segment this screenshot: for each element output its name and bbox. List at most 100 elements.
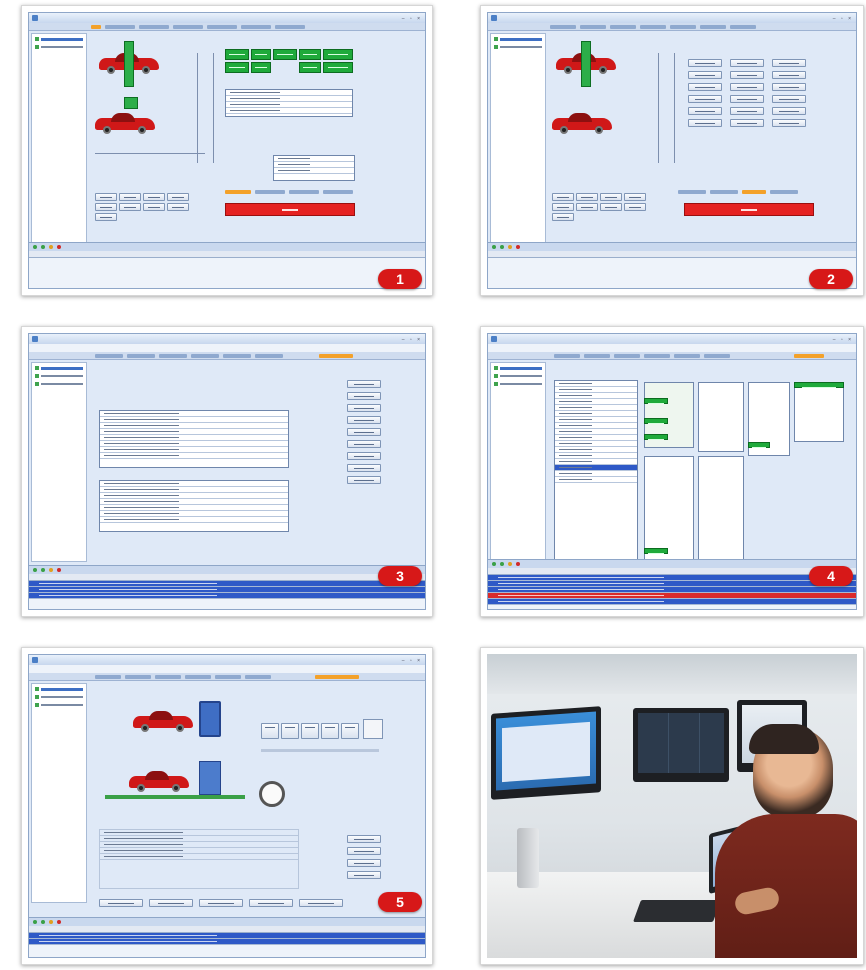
tree-item[interactable] — [35, 694, 83, 700]
tree-item[interactable] — [35, 36, 83, 42]
command-button[interactable] — [552, 203, 574, 211]
tree-item[interactable] — [35, 686, 83, 692]
subtab[interactable] — [678, 190, 706, 194]
menu-bar[interactable] — [29, 665, 425, 673]
command-button[interactable] — [341, 723, 359, 739]
options-form[interactable] — [99, 829, 299, 889]
command-button[interactable] — [730, 119, 764, 127]
command-button[interactable] — [552, 213, 574, 221]
range-slider[interactable] — [261, 749, 379, 752]
command-button[interactable] — [95, 193, 117, 201]
tab[interactable] — [554, 354, 580, 358]
alert-bar[interactable] — [684, 203, 814, 216]
command-button[interactable] — [347, 859, 381, 867]
command-button[interactable] — [299, 899, 343, 907]
log-row[interactable] — [29, 939, 425, 945]
menu-bar[interactable] — [488, 344, 856, 352]
log-header[interactable] — [29, 926, 425, 933]
sub-tab-strip[interactable] — [225, 189, 421, 195]
log-toolbar[interactable] — [488, 243, 856, 251]
tab[interactable] — [730, 25, 756, 29]
tree-item[interactable] — [35, 365, 83, 371]
command-button[interactable] — [772, 83, 806, 91]
command-button[interactable] — [772, 119, 806, 127]
tab[interactable] — [155, 675, 181, 679]
tab-strip[interactable] — [488, 23, 856, 31]
window-controls[interactable]: – ▫ × — [402, 335, 422, 345]
command-button[interactable] — [730, 59, 764, 67]
tab[interactable] — [245, 675, 271, 679]
tree-item[interactable] — [35, 44, 83, 50]
command-button[interactable] — [281, 723, 299, 739]
tab[interactable] — [127, 354, 155, 358]
command-button[interactable] — [688, 95, 722, 103]
tab[interactable] — [610, 25, 636, 29]
command-button[interactable] — [321, 723, 339, 739]
command-button[interactable] — [347, 871, 381, 879]
log-row[interactable] — [488, 599, 856, 605]
equipment-tree[interactable] — [31, 33, 87, 243]
tab[interactable] — [95, 675, 121, 679]
tab[interactable] — [125, 675, 151, 679]
tab[interactable] — [674, 354, 700, 358]
command-button[interactable] — [624, 203, 646, 211]
active-tab[interactable] — [91, 25, 101, 29]
command-button[interactable] — [552, 193, 574, 201]
active-tab[interactable] — [315, 675, 359, 679]
tree-item[interactable] — [494, 36, 542, 42]
command-button[interactable] — [95, 213, 117, 221]
log-header[interactable] — [29, 574, 425, 581]
command-button[interactable] — [143, 203, 165, 211]
command-button[interactable] — [600, 203, 622, 211]
command-button[interactable] — [347, 428, 381, 436]
command-button[interactable] — [576, 193, 598, 201]
subtab[interactable] — [770, 190, 798, 194]
command-button[interactable] — [167, 193, 189, 201]
log-toolbar[interactable] — [29, 918, 425, 926]
tree-item[interactable] — [494, 44, 542, 50]
subtab[interactable] — [710, 190, 738, 194]
tab[interactable] — [173, 25, 203, 29]
tab[interactable] — [550, 25, 576, 29]
log-toolbar[interactable] — [488, 560, 856, 568]
tab[interactable] — [159, 354, 187, 358]
tab[interactable] — [670, 25, 696, 29]
tab[interactable] — [207, 25, 237, 29]
tab[interactable] — [584, 354, 610, 358]
active-subtab[interactable] — [742, 190, 766, 194]
calendar-icon[interactable] — [363, 719, 383, 739]
tab-strip[interactable] — [29, 673, 425, 681]
log-header[interactable] — [488, 568, 856, 575]
tab[interactable] — [241, 25, 271, 29]
tab[interactable] — [191, 354, 219, 358]
command-button[interactable] — [730, 95, 764, 103]
command-button[interactable] — [347, 847, 381, 855]
command-button[interactable] — [143, 193, 165, 201]
command-button[interactable] — [119, 193, 141, 201]
command-button[interactable] — [730, 71, 764, 79]
tab[interactable] — [640, 25, 666, 29]
message-list[interactable] — [554, 380, 638, 560]
subtab[interactable] — [323, 190, 353, 194]
tree-item[interactable] — [494, 381, 542, 387]
command-button[interactable] — [301, 723, 319, 739]
tab[interactable] — [700, 25, 726, 29]
menu-bar[interactable] — [29, 344, 425, 352]
command-button[interactable] — [347, 416, 381, 424]
tab[interactable] — [255, 354, 283, 358]
active-subtab[interactable] — [225, 190, 251, 194]
command-button[interactable] — [688, 83, 722, 91]
tab[interactable] — [614, 354, 640, 358]
log-toolbar[interactable] — [29, 243, 425, 251]
command-button[interactable] — [249, 899, 293, 907]
command-button[interactable] — [149, 899, 193, 907]
command-button[interactable] — [730, 83, 764, 91]
command-button[interactable] — [730, 107, 764, 115]
command-button[interactable] — [576, 203, 598, 211]
log-row[interactable] — [29, 593, 425, 599]
tab[interactable] — [223, 354, 251, 358]
command-button[interactable] — [600, 193, 622, 201]
tree-item[interactable] — [35, 381, 83, 387]
command-button[interactable] — [347, 440, 381, 448]
command-button[interactable] — [95, 203, 117, 211]
